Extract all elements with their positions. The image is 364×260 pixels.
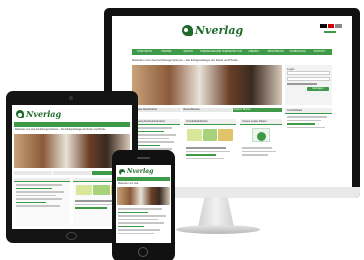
logo-text: Nverlag [26, 109, 62, 119]
phone-headline: Reitzeiten von Lisa [118, 182, 139, 185]
box-title: Unsere Lieder Reiten [240, 119, 282, 125]
content-tabs: Neueste Reiterbücher Reiten/Bereiter Sel… [132, 108, 282, 112]
phone-nav[interactable] [117, 177, 170, 181]
camera-icon [69, 96, 73, 100]
nav-item[interactable]: REITEN [178, 50, 199, 54]
phone-screen: Nverlag Reitzeiten von Lisa [116, 165, 171, 243]
horse-icon [257, 132, 266, 141]
desktop-logo[interactable]: Nverlag [182, 24, 243, 37]
nav-item[interactable]: KONTAKT [309, 50, 330, 54]
desktop-headline: Reitzeiten von Lisa Fuchsberger/prismus … [132, 58, 238, 62]
login-panel: Login Einloggen [285, 65, 332, 105]
username-field[interactable] [287, 71, 330, 75]
home-button[interactable] [138, 247, 148, 257]
phone-hero-image [117, 187, 170, 205]
flag-de-icon[interactable] [320, 24, 327, 28]
horse-head-icon [119, 168, 125, 176]
phone-device: Nverlag Reitzeiten von Lisa [112, 150, 175, 260]
tablet-headline: Reitzeiten von Lisa Fuchsberger/prismus … [15, 128, 106, 131]
forgot-link [287, 83, 317, 85]
phone-logo[interactable]: Nverlag [119, 168, 154, 176]
monitor-foot [176, 225, 260, 234]
monitor-stand [198, 197, 234, 227]
flag-fr-icon[interactable] [335, 24, 343, 28]
nav-item[interactable]: ERNAHRUNG [265, 50, 286, 54]
desktop-nav: STARTSEITE PFERDE REITEN PFERDEGESUNDHEI… [132, 49, 332, 55]
home-button[interactable] [66, 232, 77, 240]
nav-item[interactable]: PFERDEHALTUNG [222, 50, 243, 54]
horse-head-icon [182, 25, 193, 36]
nav-item[interactable]: PFERDE [156, 50, 177, 54]
logo-text: Nverlag [195, 24, 244, 37]
tab-item-active[interactable]: Seltene Bücher [232, 108, 282, 112]
content-box: Grünfarbtabbücher [184, 119, 236, 174]
horse-head-icon [16, 110, 24, 118]
flag-en-icon[interactable] [327, 24, 335, 28]
nav-item[interactable]: PFERDEGESUNDHEIT [200, 50, 221, 54]
flag-icons[interactable] [320, 24, 343, 28]
speaker-icon [137, 157, 150, 159]
nav-item[interactable]: STARTSEITE [134, 50, 155, 54]
right-sidebar: Grünfarbtabs [285, 108, 332, 174]
tablet-box [14, 178, 70, 226]
promo-image[interactable] [252, 128, 270, 142]
box-title: Grünfarbtabbücher [184, 119, 236, 125]
tablet-logo[interactable]: Nverlag [16, 109, 61, 119]
tab-item[interactable] [14, 171, 52, 175]
book-covers[interactable] [187, 129, 234, 141]
content-box: Unsere Lieder Reiten [240, 119, 282, 174]
header-link[interactable] [324, 31, 336, 33]
nav-item[interactable]: FREIZEIT [243, 50, 264, 54]
tab-item[interactable]: Neueste Reiterbücher [132, 108, 182, 112]
phone-content [118, 208, 169, 236]
password-field[interactable] [287, 77, 330, 81]
hero-image [132, 65, 282, 105]
logo-text: Nverlag [127, 168, 154, 175]
login-button[interactable]: Einloggen [307, 86, 329, 91]
tablet-nav[interactable] [14, 122, 130, 127]
tab-item[interactable] [53, 171, 91, 175]
tab-item[interactable]: Reiten/Bereiter [182, 108, 232, 112]
nav-item[interactable]: AUSBILDUNG [287, 50, 308, 54]
